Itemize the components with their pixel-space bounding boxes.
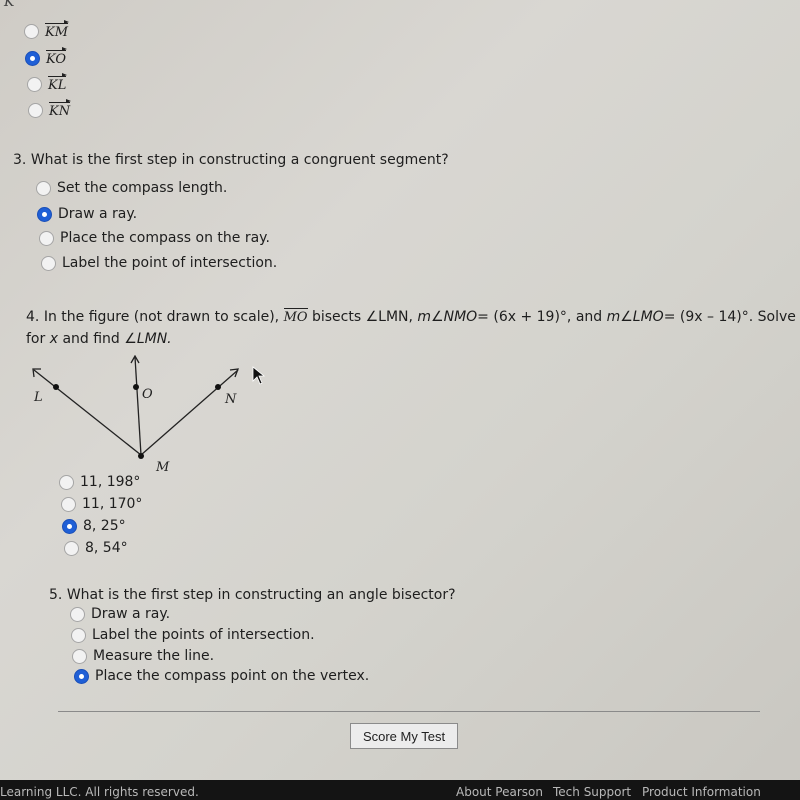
- option-label: Place the compass point on the vertex.: [95, 668, 370, 684]
- angle-lmn: ∠LMN.: [124, 331, 172, 347]
- question-number: 3.: [13, 152, 27, 168]
- question-number: 4.: [26, 309, 40, 325]
- angle-measure-lmo: m∠LMO: [606, 309, 664, 325]
- radio-button[interactable]: [24, 23, 39, 39]
- ray-label: KN: [49, 99, 72, 119]
- option-label: Draw a ray.: [58, 206, 138, 222]
- question-4-prompt-line2: for x and find ∠LMN.: [26, 331, 172, 347]
- point-o: [133, 384, 139, 390]
- q2-option-kl[interactable]: KL: [27, 73, 68, 93]
- point-n: [215, 384, 221, 390]
- q2-option-kn[interactable]: KN: [28, 99, 72, 119]
- radio-button[interactable]: [70, 606, 85, 622]
- radio-button[interactable]: [71, 627, 86, 643]
- point-m: [138, 453, 144, 459]
- footer-link-product-information[interactable]: Product Information: [642, 785, 761, 799]
- q5-option-4[interactable]: Place the compass point on the vertex.: [74, 668, 369, 684]
- score-my-test-button[interactable]: Score My Test: [350, 723, 458, 749]
- radio-button[interactable]: [64, 540, 79, 556]
- radio-button[interactable]: [36, 180, 51, 196]
- question-text: What is the first step in constructing a…: [66, 587, 456, 603]
- question-number: 5.: [49, 587, 63, 603]
- question-4-prompt-line1: 4. In the figure (not drawn to scale), M…: [26, 307, 796, 325]
- ray-label: KM: [45, 20, 70, 40]
- footer: Learning LLC. All rights reserved. About…: [0, 780, 800, 800]
- radio-button-selected[interactable]: [74, 668, 89, 684]
- radio-button[interactable]: [41, 255, 56, 271]
- ray-mo: [134, 356, 142, 456]
- radio-button[interactable]: [39, 230, 54, 246]
- equation-nmo: = (6x + 19)°, and: [477, 309, 603, 325]
- label-m: M: [155, 460, 170, 475]
- option-label: Place the compass on the ray.: [60, 230, 270, 246]
- angle-measure-nmo: m∠NMO: [417, 309, 478, 325]
- radio-button-selected[interactable]: [37, 206, 52, 222]
- q5-option-2[interactable]: Label the points of intersection.: [71, 627, 315, 643]
- radio-button[interactable]: [27, 76, 42, 92]
- vertex-label-k: K: [4, 0, 15, 10]
- label-l: L: [33, 390, 43, 405]
- option-label: 8, 54°: [85, 540, 128, 556]
- question-text: for: [26, 331, 46, 347]
- option-label: 8, 25°: [83, 518, 126, 534]
- question-3-prompt: 3. What is the first step in constructin…: [13, 152, 449, 168]
- option-label: 11, 198°: [80, 474, 141, 490]
- question-text: What is the first step in constructing a…: [30, 152, 449, 168]
- q3-option-4[interactable]: Label the point of intersection.: [41, 255, 277, 271]
- q3-option-2[interactable]: Draw a ray.: [37, 206, 137, 222]
- segment-mo: MO: [283, 307, 308, 325]
- q4-option-4[interactable]: 8, 54°: [64, 540, 128, 556]
- point-l: [53, 384, 59, 390]
- divider: [58, 711, 760, 712]
- radio-button-selected[interactable]: [25, 50, 40, 66]
- radio-button[interactable]: [61, 496, 76, 512]
- radio-button[interactable]: [59, 474, 74, 490]
- ray-mn: [140, 369, 239, 456]
- variable-x: x: [49, 331, 58, 347]
- question-text: and find: [62, 331, 120, 347]
- label-n: N: [224, 392, 237, 407]
- copyright-text: Learning LLC. All rights reserved.: [0, 785, 199, 799]
- question-text: In the figure (not drawn to scale),: [43, 309, 280, 325]
- q4-option-1[interactable]: 11, 198°: [59, 474, 140, 490]
- q3-option-3[interactable]: Place the compass on the ray.: [39, 230, 270, 246]
- option-label: Label the points of intersection.: [92, 627, 315, 643]
- q2-option-ko[interactable]: KO: [25, 47, 68, 67]
- label-o: O: [142, 387, 153, 402]
- ray-ml: [33, 369, 142, 456]
- equation-lmo: = (9x – 14)°. Solve: [663, 309, 796, 325]
- q3-option-1[interactable]: Set the compass length.: [36, 180, 227, 196]
- option-label: 11, 170°: [82, 496, 143, 512]
- q4-option-3[interactable]: 8, 25°: [62, 518, 126, 534]
- q5-option-1[interactable]: Draw a ray.: [70, 606, 170, 622]
- question-text: bisects ∠LMN,: [311, 309, 413, 325]
- footer-link-about-pearson[interactable]: About Pearson: [456, 785, 543, 799]
- option-label: Set the compass length.: [57, 180, 228, 196]
- option-label: Label the point of intersection.: [62, 255, 278, 271]
- option-label: Measure the line.: [93, 648, 215, 664]
- q4-option-2[interactable]: 11, 170°: [61, 496, 142, 512]
- option-label: Draw a ray.: [91, 606, 171, 622]
- q5-option-3[interactable]: Measure the line.: [72, 648, 214, 664]
- footer-link-tech-support[interactable]: Tech Support: [553, 785, 631, 799]
- radio-button-selected[interactable]: [62, 518, 77, 534]
- mouse-cursor-icon: [252, 366, 266, 385]
- q2-option-km[interactable]: KM: [24, 20, 70, 40]
- ray-label: KL: [48, 73, 68, 93]
- radio-button[interactable]: [72, 648, 87, 664]
- radio-button[interactable]: [28, 102, 43, 118]
- question-5-prompt: 5. What is the first step in constructin…: [49, 587, 456, 603]
- ray-label: KO: [46, 47, 68, 67]
